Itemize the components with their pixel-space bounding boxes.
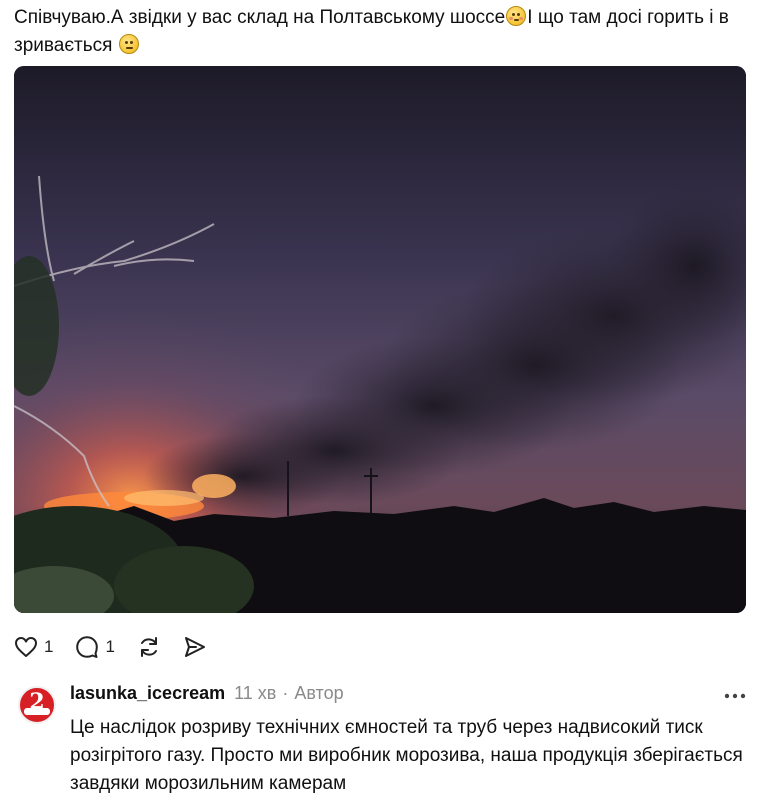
- neutral-emoji-icon: [118, 34, 139, 54]
- share-icon: [184, 637, 205, 657]
- reply-time: 11 хв: [234, 683, 277, 703]
- reply-comment: 2 lasunka_icecream 11 хв · Автор Це насл…: [14, 676, 754, 800]
- night-fire-smoke-photo: [14, 66, 746, 613]
- more-icon: [724, 693, 746, 699]
- meta-separator: ·: [282, 683, 289, 703]
- post-text: Співчуваю.А звідки у вас склад на Полтав…: [14, 4, 754, 60]
- like-button[interactable]: 1: [14, 636, 53, 658]
- more-options-button[interactable]: [724, 686, 746, 704]
- flushed-emoji-icon: [506, 6, 527, 26]
- reply-username[interactable]: lasunka_icecream: [70, 683, 225, 704]
- post-photo[interactable]: [14, 66, 746, 613]
- comment-icon: [76, 636, 99, 658]
- heart-icon: [15, 637, 37, 657]
- avatar[interactable]: 2: [18, 686, 56, 724]
- repost-icon: [140, 637, 157, 657]
- share-button[interactable]: [183, 635, 207, 659]
- author-badge: Автор: [294, 683, 344, 703]
- reply-text: Це наслідок розриву технічних ємностей т…: [70, 717, 743, 794]
- reply-header: lasunka_icecream 11 хв · Автор: [70, 683, 344, 707]
- comment-button[interactable]: 1: [75, 635, 115, 659]
- post-text-part1: Співчуваю.А звідки у вас склад на Полтав…: [14, 7, 506, 28]
- post-actions: 1 1: [14, 632, 229, 662]
- like-count: 1: [44, 637, 54, 656]
- comment-count: 1: [105, 637, 115, 656]
- repost-button[interactable]: [137, 635, 161, 659]
